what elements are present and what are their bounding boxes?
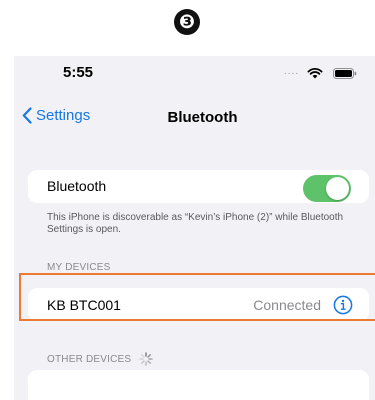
step-number-badge: ❸ (174, 9, 200, 35)
toggle-knob (326, 177, 349, 200)
bluetooth-label: Bluetooth (47, 178, 107, 194)
device-status: Connected (253, 297, 321, 313)
info-icon[interactable] (333, 295, 353, 315)
top-banner: ❸ (0, 0, 375, 56)
status-time: 5:55 (63, 64, 94, 81)
other-devices-list (28, 370, 369, 400)
my-devices-header: MY DEVICES (47, 262, 111, 273)
page-title: Bluetooth (167, 109, 238, 126)
bluetooth-toggle[interactable] (303, 175, 351, 202)
discoverable-note: This iPhone is discoverable as “Kevin’s … (47, 212, 344, 235)
device-row-kb-btc001[interactable]: KB BTC001 Connected (28, 288, 369, 321)
phone-screen: 5:55 .... Settings Bluetooth Bluetooth T… (14, 56, 375, 400)
device-name: KB BTC001 (47, 297, 121, 313)
other-devices-header: OTHER DEVICES (47, 352, 154, 366)
battery-icon (333, 68, 357, 79)
other-devices-label: OTHER DEVICES (47, 353, 132, 365)
bluetooth-row: Bluetooth (28, 170, 369, 203)
loading-spinner-icon (139, 352, 154, 366)
signal-dots: .... (284, 66, 300, 77)
wifi-icon (307, 67, 323, 79)
